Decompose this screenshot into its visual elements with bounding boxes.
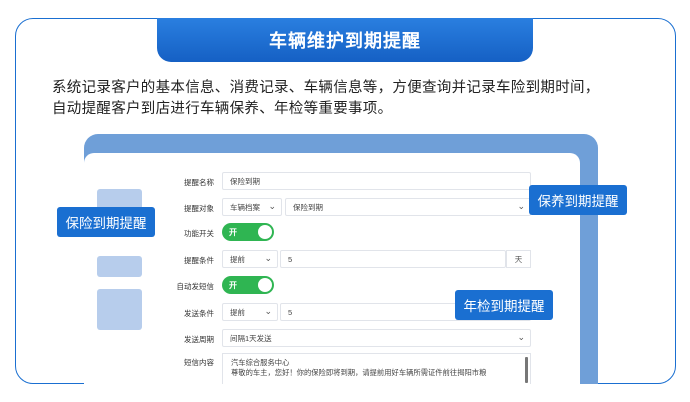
sidebar-block [97, 256, 142, 277]
reminder-name-value: 保险到期 [230, 176, 260, 186]
send-condition-days-value: 5 [288, 307, 293, 317]
description-line-1: 系统记录客户的基本信息、消费记录、车辆信息等，方便查询并记录车险到期时间， [52, 80, 600, 96]
sms-content-line-2: 尊敬的车主，您好！你的保险即将到期，请提前用好车辆所需证件前往揭阳市粮 [231, 368, 487, 377]
send-cycle-value: 间隔1天发送 [230, 333, 272, 343]
maintenance-reminder-callout: 保养到期提醒 [529, 185, 627, 215]
reminder-target-value: 保险到期 [293, 202, 323, 212]
reminder-condition-days-value: 5 [288, 254, 293, 264]
textarea-scrollbar[interactable] [525, 357, 528, 383]
sms-content-label: 短信内容 [184, 358, 214, 367]
function-switch-state: 开 [229, 227, 237, 237]
chevron-down-icon: ⌄ [264, 306, 272, 316]
reminder-condition-days-input[interactable]: 5 [280, 250, 506, 268]
reminder-name-input[interactable]: 保险到期 [222, 172, 531, 190]
insurance-reminder-callout: 保险到期提醒 [57, 207, 155, 237]
auto-sms-label: 自动发短信 [176, 282, 215, 291]
chevron-down-icon: ⌄ [517, 332, 525, 342]
description: 系统记录客户的基本信息、消费记录、车辆信息等，方便查询并记录车险到期时间， 自动… [52, 78, 652, 120]
sms-content-line-1: 汽车综合服务中心 [231, 358, 290, 367]
page-title: 车辆维护到期提醒 [157, 18, 533, 62]
send-condition-label: 发送条件 [184, 309, 214, 318]
reminder-condition-mode-value: 提前 [230, 254, 245, 264]
reminder-target-select[interactable]: 保险到期 ⌄ [285, 198, 531, 216]
reminder-name-label: 提醒名称 [184, 178, 214, 187]
auto-sms-toggle[interactable]: 开 [222, 276, 274, 294]
reminder-target-category-value: 车辆档案 [230, 202, 260, 212]
inspection-reminder-callout: 年检到期提醒 [455, 290, 553, 320]
send-condition-mode-select[interactable]: 提前 ⌄ [222, 303, 278, 321]
send-cycle-select[interactable]: 间隔1天发送 ⌄ [222, 329, 531, 347]
chevron-down-icon: ⌄ [517, 201, 525, 211]
sms-content-textarea[interactable]: 汽车综合服务中心 尊敬的车主，您好！你的保险即将到期，请提前用好车辆所需证件前往… [222, 353, 531, 384]
reminder-target-label: 提醒对象 [184, 204, 214, 213]
reminder-condition-unit: 天 [506, 250, 531, 268]
function-switch-label: 功能开关 [184, 229, 214, 238]
reminder-condition-label: 提醒条件 [184, 256, 214, 265]
chevron-down-icon: ⌄ [264, 253, 272, 263]
toggle-knob [258, 225, 272, 239]
reminder-target-category-select[interactable]: 车辆档案 ⌄ [222, 198, 282, 216]
sidebar-block [97, 289, 142, 330]
function-switch-toggle[interactable]: 开 [222, 223, 274, 241]
description-line-2: 自动提醒客户到店进行车辆保养、年检等重要事项。 [52, 101, 393, 117]
send-condition-mode-value: 提前 [230, 307, 245, 317]
reminder-condition-mode-select[interactable]: 提前 ⌄ [222, 250, 278, 268]
send-cycle-label: 发送周期 [184, 335, 214, 344]
chevron-down-icon: ⌄ [268, 201, 276, 211]
toggle-knob [258, 278, 272, 292]
auto-sms-state: 开 [229, 280, 237, 290]
